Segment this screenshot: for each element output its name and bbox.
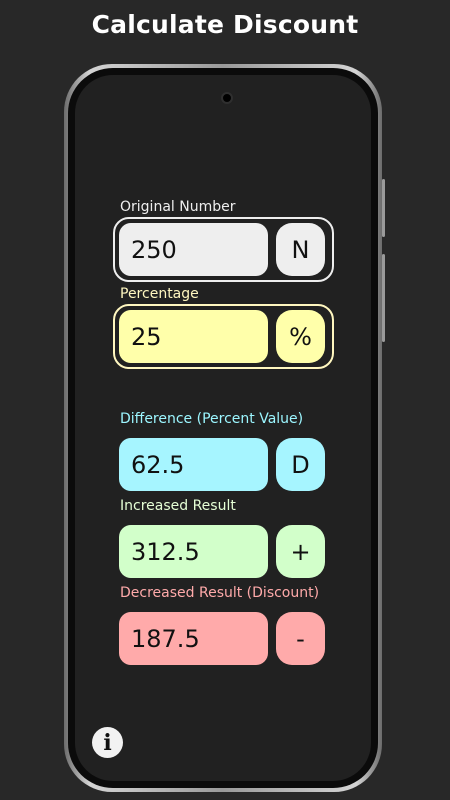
page-title: Calculate Discount	[91, 10, 359, 39]
app-screen: Original Number 250 N Percentage 25 % Di…	[75, 75, 371, 781]
increased-symbol-button[interactable]: +	[276, 525, 325, 578]
original-number-label: Original Number	[120, 199, 236, 215]
phone-frame: Original Number 250 N Percentage 25 % Di…	[64, 64, 385, 792]
difference-label: Difference (Percent Value)	[120, 411, 304, 427]
original-number-symbol-button[interactable]: N	[276, 223, 325, 276]
original-number-input[interactable]: 250	[119, 223, 268, 276]
phone-bezel: Original Number 250 N Percentage 25 % Di…	[68, 68, 378, 788]
volume-button	[382, 179, 385, 237]
difference-symbol-button[interactable]: D	[276, 438, 325, 491]
decreased-symbol-button[interactable]: -	[276, 612, 325, 665]
percentage-input[interactable]: 25	[119, 310, 268, 363]
difference-value: 62.5	[119, 438, 268, 491]
camera-icon	[221, 92, 233, 104]
increased-result-label: Increased Result	[120, 498, 236, 514]
info-icon[interactable]: i	[92, 727, 123, 758]
percentage-symbol-button[interactable]: %	[276, 310, 325, 363]
decreased-result-value: 187.5	[119, 612, 268, 665]
percentage-label: Percentage	[120, 286, 199, 302]
decreased-result-label: Decreased Result (Discount)	[120, 585, 320, 601]
increased-result-value: 312.5	[119, 525, 268, 578]
power-button	[382, 254, 385, 342]
